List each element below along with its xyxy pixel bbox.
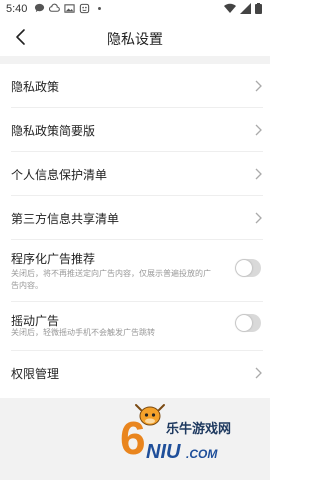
image-icon (64, 4, 75, 13)
third-party-list-item[interactable]: 第三方信息共享清单 (11, 196, 263, 240)
item-description: 关闭后，将不再推送定向广告内容，仅展示普遍投放的广告内容。 (11, 269, 211, 290)
chevron-right-icon (255, 212, 262, 224)
item-label: 隐私政策简要版 (11, 124, 96, 138)
nav-bar: 隐私设置 (0, 20, 270, 56)
status-bar: 5:40 (0, 0, 270, 20)
page-title: 隐私设置 (107, 31, 163, 47)
item-label: 隐私政策 (11, 80, 60, 94)
personal-info-list-item[interactable]: 个人信息保护清单 (11, 152, 263, 196)
watermark: 6 NIU .COM 乐牛游戏网 (120, 402, 260, 466)
item-label: 第三方信息共享清单 (11, 212, 120, 226)
permissions-item[interactable]: 权限管理 (11, 351, 263, 395)
programmatic-ads-item: 程序化广告推荐 关闭后，将不再推送定向广告内容，仅展示普遍投放的广告内容。 (11, 240, 263, 302)
system-icons (224, 3, 262, 14)
programmatic-ads-toggle[interactable] (235, 259, 261, 277)
svg-text:NIU: NIU (146, 441, 181, 463)
wifi-icon (224, 3, 236, 13)
chat-icon (34, 3, 45, 13)
chevron-right-icon (255, 168, 262, 180)
chevron-right-icon (255, 124, 262, 136)
cloud-icon (49, 3, 60, 12)
app-notification-icon (79, 3, 90, 14)
chevron-right-icon (255, 367, 262, 379)
item-label: 个人信息保护清单 (11, 168, 108, 182)
settings-list: 隐私政策 隐私政策简要版 个人信息保护清单 第三方信息共享清单 程序化广告推荐 … (0, 64, 270, 395)
section-divider (0, 56, 270, 64)
item-label: 权限管理 (11, 367, 60, 381)
privacy-policy-item[interactable]: 隐私政策 (11, 64, 263, 108)
item-description: 关闭后，轻微摇动手机不会触发广告跳转 (11, 328, 155, 337)
signal-icon (240, 3, 251, 14)
privacy-summary-item[interactable]: 隐私政策简要版 (11, 108, 263, 152)
status-time: 5:40 (6, 3, 28, 15)
notification-icons (34, 3, 105, 14)
battery-icon (255, 3, 262, 14)
shake-ads-item: 摇动广告 关闭后，轻微摇动手机不会触发广告跳转 (11, 302, 263, 351)
svg-text:.COM: .COM (186, 447, 218, 461)
toggle-knob (236, 260, 252, 276)
chevron-right-icon (255, 80, 262, 92)
toggle-knob (236, 315, 252, 331)
dot-icon (98, 7, 101, 10)
watermark-text: 乐牛游戏网 (166, 421, 232, 436)
shake-ads-toggle[interactable] (235, 314, 261, 332)
item-label: 程序化广告推荐 (11, 252, 96, 266)
